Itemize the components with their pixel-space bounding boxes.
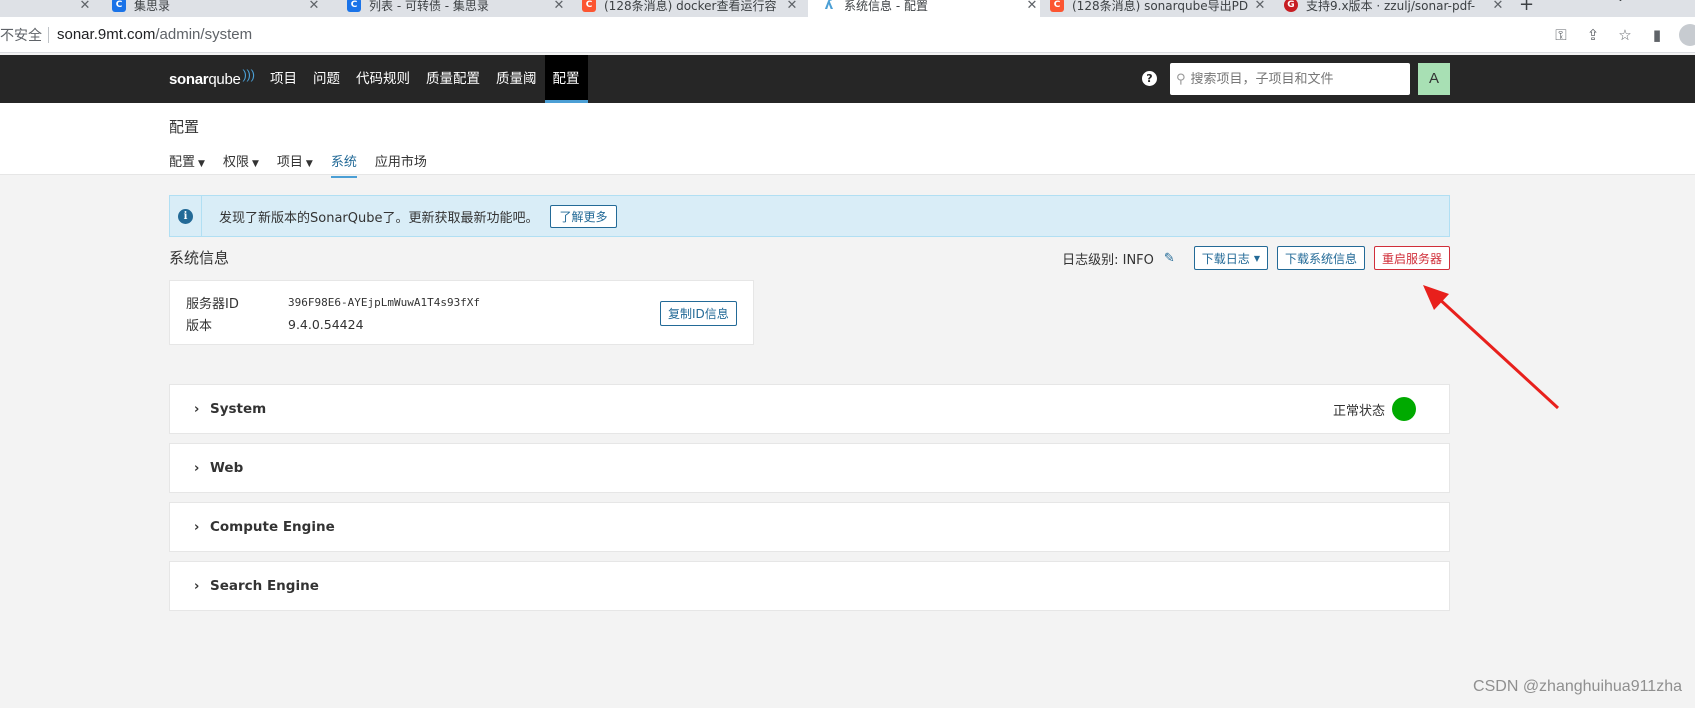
watermark: CSDN @zhanghuihua911zha — [1473, 678, 1682, 695]
annotation-arrow-shaft — [1434, 294, 1560, 410]
annotation-arrow-icon — [1423, 285, 1560, 410]
